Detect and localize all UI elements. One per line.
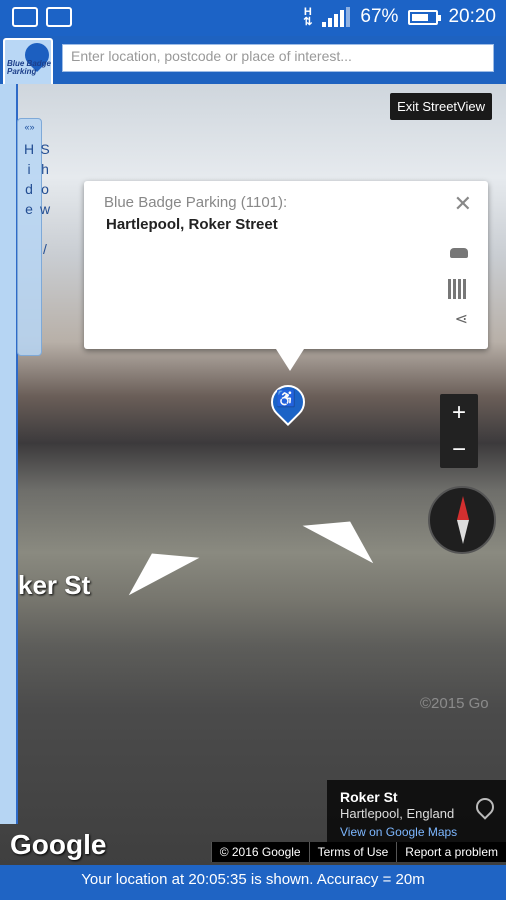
car-directions-icon[interactable] bbox=[450, 248, 468, 258]
report-problem-link[interactable]: Report a problem bbox=[396, 842, 506, 862]
network-type: H ⇅ bbox=[303, 6, 313, 28]
street-name-overlay: ker St bbox=[18, 570, 91, 600]
map-footer-links: © 2016 Google Terms of Use Report a prob… bbox=[210, 842, 506, 862]
zoom-control: + − bbox=[440, 394, 478, 468]
battery-percent: 67% bbox=[360, 6, 399, 27]
location-name: Roker St bbox=[340, 789, 398, 805]
map-pin-icon[interactable] bbox=[472, 794, 498, 820]
popup-address: Hartlepool, Roker Street bbox=[106, 216, 278, 233]
exit-streetview-button[interactable]: Exit StreetView bbox=[390, 93, 492, 120]
compass-icon[interactable] bbox=[428, 486, 496, 554]
signal-icon bbox=[322, 7, 351, 27]
copyright-text: © 2016 Google bbox=[210, 842, 309, 862]
search-input[interactable]: Enter location, postcode or place of int… bbox=[62, 44, 494, 72]
app-header: Blue Badge Parking Enter location, postc… bbox=[0, 36, 506, 88]
logo-text: Blue Badge Parking bbox=[7, 59, 52, 76]
clock: 20:20 bbox=[448, 6, 496, 27]
signal-off-icon bbox=[12, 7, 38, 27]
popup-category: Blue Badge Parking (1101): bbox=[104, 194, 288, 211]
share-icon[interactable]: ⋖ bbox=[455, 309, 468, 329]
qr-code-icon[interactable] bbox=[448, 279, 468, 299]
status-notifications bbox=[12, 7, 72, 27]
location-place: Hartlepool, England bbox=[340, 806, 455, 821]
side-panel[interactable] bbox=[0, 84, 18, 824]
compass-south-needle bbox=[457, 520, 469, 544]
screenshot-icon bbox=[46, 7, 72, 27]
location-card: Roker St Hartlepool, England View on Goo… bbox=[327, 780, 506, 842]
show-hide-label: Show / Hide bbox=[21, 141, 53, 261]
google-logo: Google bbox=[10, 829, 107, 860]
terms-link[interactable]: Terms of Use bbox=[308, 842, 397, 862]
imagery-watermark: ©2015 Go bbox=[420, 695, 489, 712]
status-bar: H ⇅ 67% 20:20 bbox=[0, 0, 506, 36]
close-icon[interactable]: ✕ bbox=[454, 191, 472, 217]
zoom-out-button[interactable]: − bbox=[440, 431, 478, 468]
view-on-google-maps-link[interactable]: View on Google Maps bbox=[340, 825, 457, 839]
app-logo[interactable]: Blue Badge Parking bbox=[3, 38, 53, 88]
expand-arrows-icon: «» bbox=[24, 122, 35, 132]
wheelchair-icon: ♿ bbox=[276, 391, 296, 408]
location-status-bar: Your location at 20:05:35 is shown. Accu… bbox=[0, 865, 506, 900]
show-hide-toggle[interactable]: «» Show / Hide bbox=[17, 118, 53, 356]
parking-info-popup: Blue Badge Parking (1101): Hartlepool, R… bbox=[84, 181, 488, 371]
battery-icon bbox=[408, 9, 442, 25]
compass-north-needle bbox=[457, 496, 469, 520]
status-indicators: H ⇅ 67% 20:20 bbox=[303, 6, 496, 28]
zoom-in-button[interactable]: + bbox=[440, 394, 478, 431]
